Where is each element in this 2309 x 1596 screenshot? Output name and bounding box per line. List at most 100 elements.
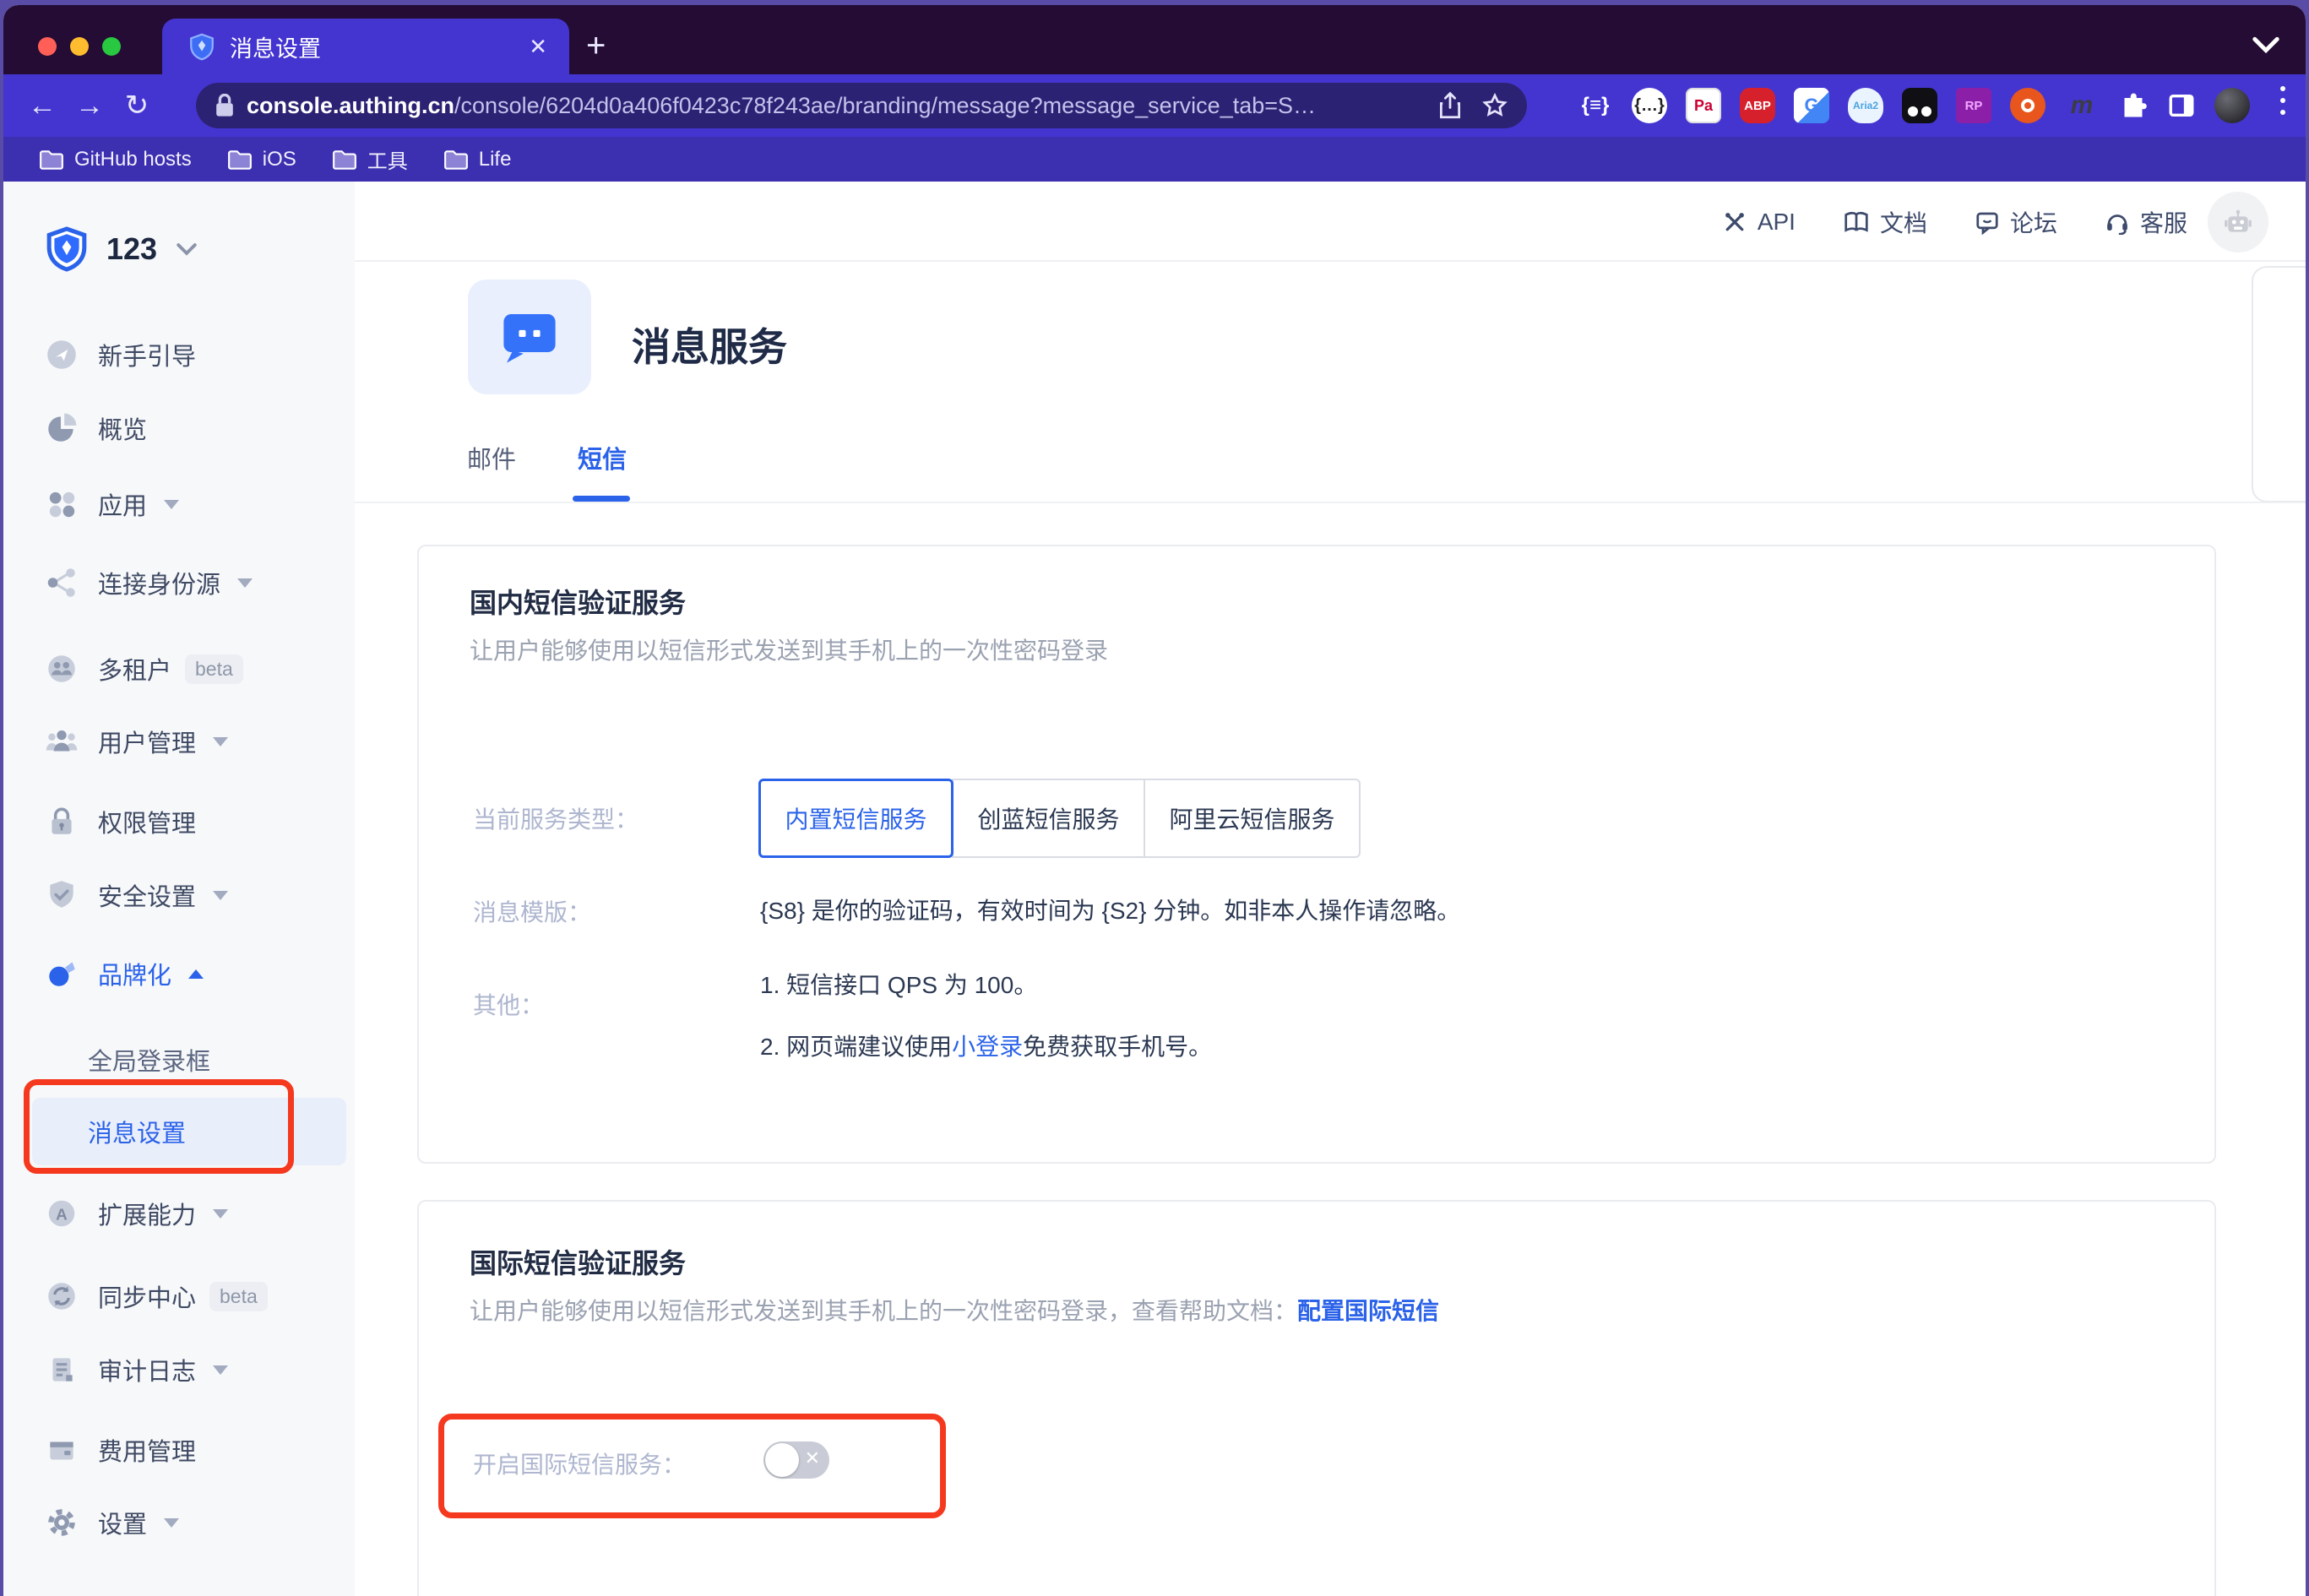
bookmark-folder-github-hosts[interactable]: GitHub hosts [39,148,192,171]
sidebar-item-apps[interactable]: 应用 [3,478,355,530]
rp-extension-icon[interactable]: RP [1956,88,1991,123]
configure-intl-sms-link[interactable]: 配置国际短信 [1297,1298,1439,1324]
chevron-up-icon [188,969,204,979]
sidebar-item-user-management[interactable]: 用户管理 [3,715,355,768]
reload-button[interactable]: ↻ [113,89,160,122]
tab-sms[interactable]: 短信 [578,440,627,475]
sidebar-item-label: 同步中心 [98,1278,196,1314]
google-translate-extension-icon[interactable]: G [1794,88,1829,123]
sidebar-item-sync-center[interactable]: 同步中心 beta [3,1270,355,1322]
sidebar-item-settings[interactable]: 设置 [3,1496,355,1549]
sidebar-item-billing[interactable]: 费用管理 [3,1424,355,1476]
service-option-chuanglan[interactable]: 创蓝短信服务 [952,779,1145,858]
m-extension-icon[interactable]: m [2064,88,2100,123]
intl-sms-toggle[interactable]: ✕ [763,1441,829,1479]
bookmark-folder-tools[interactable]: 工具 [332,144,408,174]
extensions-puzzle-icon[interactable] [2118,90,2149,121]
template-label: 消息模版： [473,894,591,928]
mini-login-link[interactable]: 小登录 [952,1034,1023,1060]
sidebar-subitem-message-settings[interactable]: 消息设置 [3,1105,355,1158]
beta-badge: beta [185,654,243,684]
intl-subtitle-text: 让用户能够使用以短信形式发送到其手机上的一次性密码登录，查看帮助文档： [470,1298,1297,1324]
sidebar-item-guide[interactable]: 新手引导 [3,328,355,381]
chevron-down-icon [213,1209,228,1219]
user-avatar[interactable] [2208,192,2268,252]
braces-menu-extension-icon[interactable]: {≡} [1578,88,1613,123]
header-actions: API 文档 论坛 [1722,182,2187,262]
sidebar-item-overview[interactable]: 概览 [3,402,355,454]
template-value: {S8} 是你的验证码，有效时间为 {S2} 分钟。如非本人操作请忽略。 [760,893,1460,926]
header-forum-link[interactable]: 论坛 [1975,205,2057,239]
service-type-segmented-control: 内置短信服务 创蓝短信服务 阿里云短信服务 [758,779,1361,858]
sidebar-item-multi-tenant[interactable]: 多租户 beta [3,643,355,695]
profile-avatar[interactable] [2214,88,2250,123]
document-lines-icon [44,1352,79,1387]
back-button[interactable]: ← [19,90,66,122]
sidebar-item-label: 用户管理 [98,724,196,759]
sidebar-item-branding[interactable]: 品牌化 [3,947,355,1000]
sidebar-item-permissions[interactable]: 权限管理 [3,795,355,848]
header-support-link[interactable]: 客服 [2105,205,2187,239]
share-icon[interactable] [1437,91,1463,120]
orange-extension-icon[interactable] [2010,88,2046,123]
password-extension-icon[interactable]: Pa [1686,88,1721,123]
sidebar-subitem-global-login-box[interactable]: 全局登录框 [3,1034,355,1086]
org-logo-shield-icon [46,225,88,273]
bookmark-folder-life[interactable]: Life [443,148,512,171]
guide-compass-icon [44,337,79,372]
sidebar-item-label: 设置 [98,1505,147,1540]
json-viewer-extension-icon[interactable]: {…} [1632,88,1667,123]
service-option-aliyun[interactable]: 阿里云短信服务 [1144,779,1361,858]
sync-icon [44,1278,79,1314]
forward-button[interactable]: → [66,90,113,122]
minimize-window-button[interactable] [70,37,89,56]
toggle-off-icon: ✕ [805,1447,820,1469]
international-sms-card: 国际短信验证服务 让用户能够使用以短信形式发送到其手机上的一次性密码登录，查看帮… [417,1200,2216,1596]
tab-search-chevron-icon[interactable] [2252,35,2280,54]
browser-tab-strip: 消息设置 ✕ + [3,5,2306,74]
branding-paint-icon [44,956,79,991]
bookmark-folder-ios[interactable]: iOS [227,148,296,171]
url-host: console.authing.cn [247,93,454,119]
service-option-builtin[interactable]: 内置短信服务 [758,779,953,858]
headset-icon [2105,209,2130,235]
org-name: 123 [106,231,157,267]
active-tab-underline [573,496,630,502]
sidebar-item-audit-logs[interactable]: 审计日志 [3,1344,355,1396]
bookmark-label: Life [479,148,512,171]
sidebar-item-identity-sources[interactable]: 连接身份源 [3,556,355,609]
circle-a-icon: A [44,1196,79,1231]
sidebar-item-label: 权限管理 [98,804,196,839]
sidebar-item-extensions[interactable]: A 扩展能力 [3,1187,355,1240]
authing-console-app: 123 新手引导 概览 [3,182,2306,1596]
browser-menu-kebab-icon[interactable] [2280,86,2285,115]
new-tab-button[interactable]: + [586,30,606,61]
sidebar-item-security-settings[interactable]: 安全设置 [3,869,355,921]
intl-toggle-label: 开启国际短信服务： [473,1447,686,1480]
sidebar: 123 新手引导 概览 [3,182,355,1596]
header-api-link[interactable]: API [1722,209,1796,236]
close-window-button[interactable] [38,37,57,56]
extension-icons-row: {≡} {…} Pa ABP G Aria2 RP m [1578,82,2250,129]
org-switcher[interactable]: 123 [46,225,198,273]
intl-card-title: 国际短信验证服务 [470,1242,686,1281]
browser-tab[interactable]: 消息设置 ✕ [162,19,569,74]
floating-widget-edge [2252,266,2306,502]
address-bar[interactable]: console.authing.cn /console/6204d0a406f0… [196,83,1527,128]
adblock-plus-extension-icon[interactable]: ABP [1740,88,1775,123]
side-panel-icon[interactable] [2167,91,2196,120]
zoom-window-button[interactable] [102,37,121,56]
header-docs-link[interactable]: 文档 [1843,205,1927,239]
sidebar-item-label: 安全设置 [98,877,196,913]
bookmark-label: GitHub hosts [74,148,192,171]
toggle-knob [765,1443,799,1477]
chevron-down-icon [213,1365,228,1375]
bookmark-star-icon[interactable] [1481,92,1508,119]
aria2-extension-icon[interactable]: Aria2 [1848,88,1883,123]
folder-icon [443,149,469,171]
tab-close-icon[interactable]: ✕ [529,34,547,60]
glasses-extension-icon[interactable] [1902,88,1937,123]
other-item-1: 1. 短信接口 QPS 为 100。 [760,967,1037,1001]
sidebar-item-label: 连接身份源 [98,565,220,600]
tab-mail[interactable]: 邮件 [467,440,516,475]
